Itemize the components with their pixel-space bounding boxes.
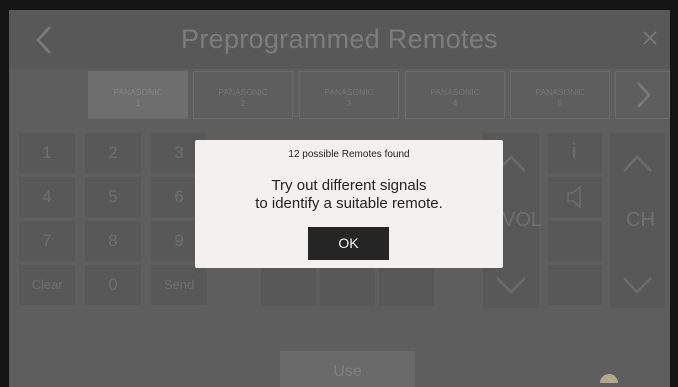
channel-label: CH bbox=[626, 209, 655, 231]
tab-remote-1[interactable]: PANASONIC 1 bbox=[88, 71, 188, 119]
key-send[interactable]: Send bbox=[151, 265, 207, 305]
volume-label: VOL bbox=[502, 209, 543, 231]
tab-number: 1 bbox=[135, 98, 141, 108]
remote-button[interactable] bbox=[379, 266, 434, 306]
mute-button[interactable] bbox=[548, 177, 602, 217]
tab-brand: PANASONIC bbox=[324, 87, 374, 97]
info-button[interactable]: i bbox=[548, 133, 602, 173]
tab-number: 2 bbox=[240, 98, 246, 108]
key-7[interactable]: 7 bbox=[19, 221, 75, 261]
tabs-next-button[interactable] bbox=[615, 71, 670, 119]
remote-button[interactable] bbox=[261, 266, 316, 306]
remote-tabs: PANASONIC 1 PANASONIC 2 PANASONIC 3 PANA… bbox=[9, 71, 670, 121]
key-4[interactable]: 4 bbox=[19, 177, 75, 217]
tab-number: 5 bbox=[557, 98, 563, 108]
tab-remote-4[interactable]: PANASONIC 4 bbox=[405, 71, 505, 119]
use-button[interactable]: Use bbox=[280, 351, 415, 387]
remote-button[interactable] bbox=[320, 266, 375, 306]
tab-remote-5[interactable]: PANASONIC 5 bbox=[510, 71, 610, 119]
volume-down-icon[interactable] bbox=[483, 266, 539, 306]
remote-button[interactable] bbox=[548, 221, 602, 261]
close-icon[interactable] bbox=[640, 28, 660, 48]
speaker-icon bbox=[567, 185, 581, 209]
key-5[interactable]: 5 bbox=[85, 177, 141, 217]
dialog-message-line2: to identify a suitable remote. bbox=[255, 195, 443, 212]
key-clear[interactable]: Clear bbox=[19, 265, 75, 305]
key-0[interactable]: 0 bbox=[85, 265, 141, 305]
remote-button[interactable] bbox=[548, 265, 602, 305]
channel-rocker: CH bbox=[610, 133, 665, 308]
ok-button[interactable]: OK bbox=[308, 227, 389, 260]
channel-down-icon[interactable] bbox=[610, 266, 665, 306]
tab-brand: PANASONIC bbox=[218, 87, 268, 97]
dialog-count-text: 12 possible Remotes found bbox=[288, 149, 410, 160]
tab-remote-3[interactable]: PANASONIC 3 bbox=[299, 71, 399, 119]
channel-up-icon[interactable] bbox=[610, 143, 665, 183]
header-bar: Preprogrammed Remotes bbox=[9, 10, 670, 69]
tab-number: 3 bbox=[346, 98, 352, 108]
key-1[interactable]: 1 bbox=[19, 133, 75, 173]
dialog-message-line1: Try out different signals bbox=[271, 177, 427, 194]
info-icon: i bbox=[572, 141, 577, 163]
dialog-message: Try out different signals to identify a … bbox=[195, 177, 503, 213]
tab-brand: PANASONIC bbox=[535, 87, 585, 97]
key-2[interactable]: 2 bbox=[85, 133, 141, 173]
tab-brand: PANASONIC bbox=[430, 87, 480, 97]
tab-remote-2[interactable]: PANASONIC 2 bbox=[193, 71, 293, 119]
key-8[interactable]: 8 bbox=[85, 221, 141, 261]
tab-number: 4 bbox=[452, 98, 458, 108]
page-title: Preprogrammed Remotes bbox=[181, 24, 498, 54]
remotes-found-dialog: 12 possible Remotes found Try out differ… bbox=[195, 140, 503, 268]
indicator-dot bbox=[600, 374, 618, 383]
chevron-right-icon bbox=[637, 82, 651, 108]
tab-brand: PANASONIC bbox=[113, 87, 163, 97]
